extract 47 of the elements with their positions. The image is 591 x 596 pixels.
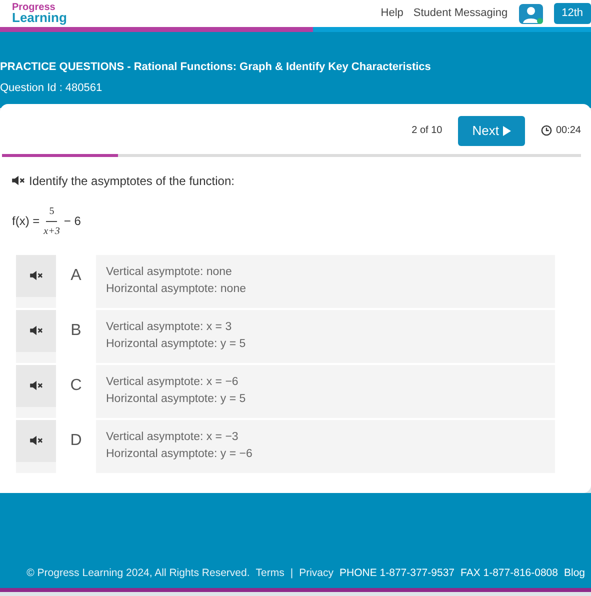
audio-button[interactable] [16,254,56,296]
function-constant: − 6 [64,213,81,230]
separator: | [290,566,294,581]
option-text: Horizontal asymptote: y = 5 [106,392,246,406]
timer: 00:24 [556,124,581,138]
blog-link[interactable]: Blog [564,566,585,582]
answer-option[interactable]: C Vertical asymptote: x = −6 Horizontal asymptote: y = 5 [16,364,555,418]
play-icon [502,126,511,136]
fraction-numerator: 5 [46,204,58,222]
fax-number: FAX 1-877-816-0808 [460,566,558,581]
question-id: Question Id : 480561 [0,80,104,96]
question-counter: 2 of 10 [412,124,442,138]
option-letter: C [56,364,96,418]
question-prompt: Identify the asymptotes of the function: [29,172,234,190]
audio-button[interactable] [16,364,56,406]
option-text: Horizontal asymptote: none [106,282,246,296]
speaker-muted-icon[interactable] [30,270,42,280]
help-menu[interactable]: Help [380,5,404,22]
option-text: Vertical asymptote: x = −6 [106,374,240,390]
option-text: Vertical asymptote: x = −3 [106,430,240,444]
answer-option[interactable]: D Vertical asymptote: x = −3 Horizontal asymptote: y = −6 [16,420,555,472]
page-title: PRACTICE QUESTIONS - Rational Functions: Graph & Identify Key Characteristics [0,60,432,75]
logo[interactable]: Progress Learning [12,3,67,24]
answer-option[interactable]: B Vertical asymptote: x = 3 Horizontal asymptote: y = 5 [16,310,555,362]
clock-icon [540,125,552,136]
student-messaging-link[interactable]: Student Messaging [413,5,508,22]
option-text: Horizontal asymptote: y = −6 [106,446,252,462]
option-letter: D [56,420,96,472]
option-letter: B [56,310,96,362]
copyright: © Progress Learning 2024, All Rights Reserved. [26,566,250,581]
audio-button[interactable] [16,420,56,462]
answer-option[interactable]: A Vertical asymptote: none Horizontal asymptote: none [16,254,555,308]
speaker-muted-icon[interactable] [30,326,42,336]
option-text: Vertical asymptote: none [106,264,233,280]
grade-badge[interactable]: 12th [554,3,591,24]
option-letter: A [56,254,96,308]
audio-button[interactable] [16,310,56,352]
option-text: Vertical asymptote: x = 3 [106,320,233,334]
fraction-denominator: x+3 [44,224,60,238]
phone-number: PHONE 1-877-377-9537 [340,566,454,581]
option-text: Horizontal asymptote: y = 5 [106,336,246,352]
speaker-muted-icon[interactable] [30,380,42,390]
function-lhs: f(x) = [12,213,40,230]
speaker-muted-icon[interactable] [30,436,42,446]
speaker-muted-icon[interactable] [12,176,25,186]
avatar-icon[interactable] [518,2,544,24]
next-button[interactable]: Next [458,116,525,146]
